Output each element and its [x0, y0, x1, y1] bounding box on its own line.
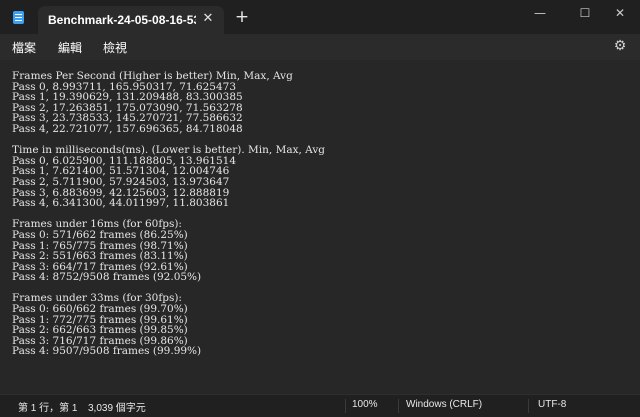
maximize-icon[interactable]: ☐ [565, 0, 605, 28]
tab-title: Benchmark-24-05-08-16-53-51.txt [48, 13, 196, 27]
minimize-icon[interactable]: — [520, 0, 560, 28]
status-bar: 第 1 行，第 1 3,039 個字元 100% Windows (CRLF) … [0, 394, 640, 417]
text-line: Pass 0: 571/662 frames (86.25%) [12, 228, 188, 241]
document-text: Frames Per Second (Higher is better) Min… [12, 71, 325, 357]
document-tab[interactable]: Benchmark-24-05-08-16-53-51.txt ✕ [38, 6, 224, 34]
zoom-level[interactable]: 100% [352, 399, 378, 410]
text-line: Frames Per Second (Higher is better) Min… [12, 70, 293, 82]
menu-bar: 檔案 編輯 檢視 ⚙ [0, 34, 640, 60]
text-editor[interactable]: Frames Per Second (Higher is better) Min… [0, 60, 640, 394]
scrollbar[interactable] [633, 62, 637, 382]
title-bar: Benchmark-24-05-08-16-53-51.txt ✕ + — ☐ … [0, 0, 640, 34]
text-line: Pass 4: 9507/9508 frames (99.99%) [12, 345, 202, 358]
character-count: 3,039 個字元 [88, 403, 146, 414]
close-window-icon[interactable]: ✕ [600, 0, 640, 28]
line-ending[interactable]: Windows (CRLF) [406, 399, 482, 410]
new-tab-icon[interactable]: + [234, 9, 250, 26]
notepad-icon [13, 11, 24, 24]
status-divider [398, 399, 399, 413]
menu-view[interactable]: 檢視 [103, 39, 127, 56]
cursor-position: 第 1 行，第 1 [18, 403, 78, 414]
status-divider [345, 399, 346, 413]
status-divider [528, 399, 529, 413]
text-line: Pass 2, 5.711900, 57.924503, 13.973647 [12, 175, 230, 188]
settings-icon[interactable]: ⚙ [612, 38, 628, 54]
encoding[interactable]: UTF-8 [538, 399, 566, 410]
menu-file[interactable]: 檔案 [12, 39, 36, 56]
text-line: Pass 4, 6.341300, 44.011997, 11.803861 [12, 197, 230, 210]
menu-edit[interactable]: 編輯 [58, 39, 82, 56]
close-tab-icon[interactable]: ✕ [200, 11, 216, 27]
text-line: Pass 4, 22.721077, 157.696365, 84.718048 [12, 122, 243, 135]
text-line: Pass 4: 8752/9508 frames (92.05%) [12, 271, 202, 284]
